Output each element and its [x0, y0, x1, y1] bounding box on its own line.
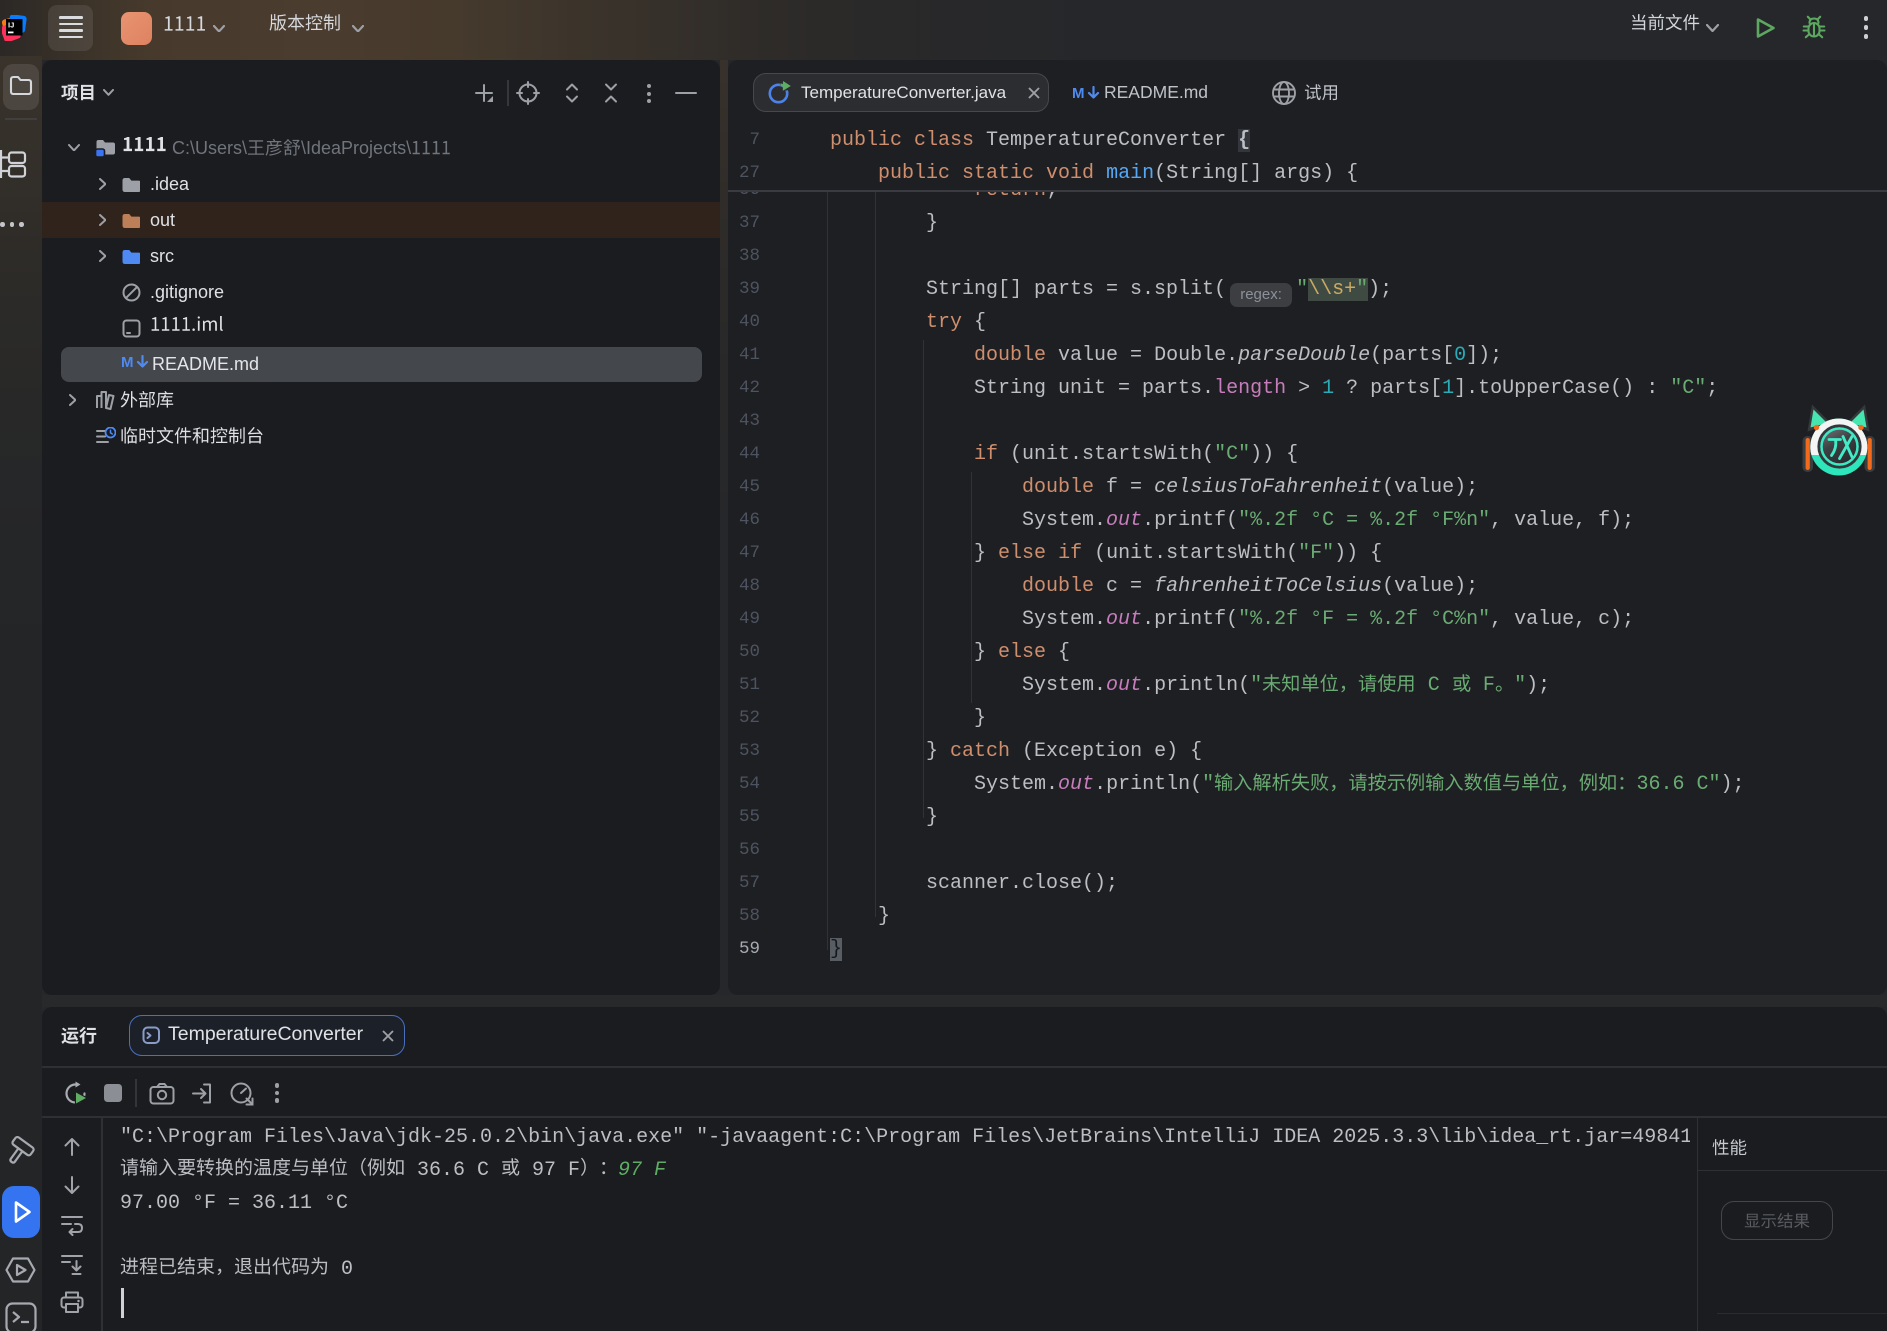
svg-text:IJ: IJ: [8, 21, 14, 30]
